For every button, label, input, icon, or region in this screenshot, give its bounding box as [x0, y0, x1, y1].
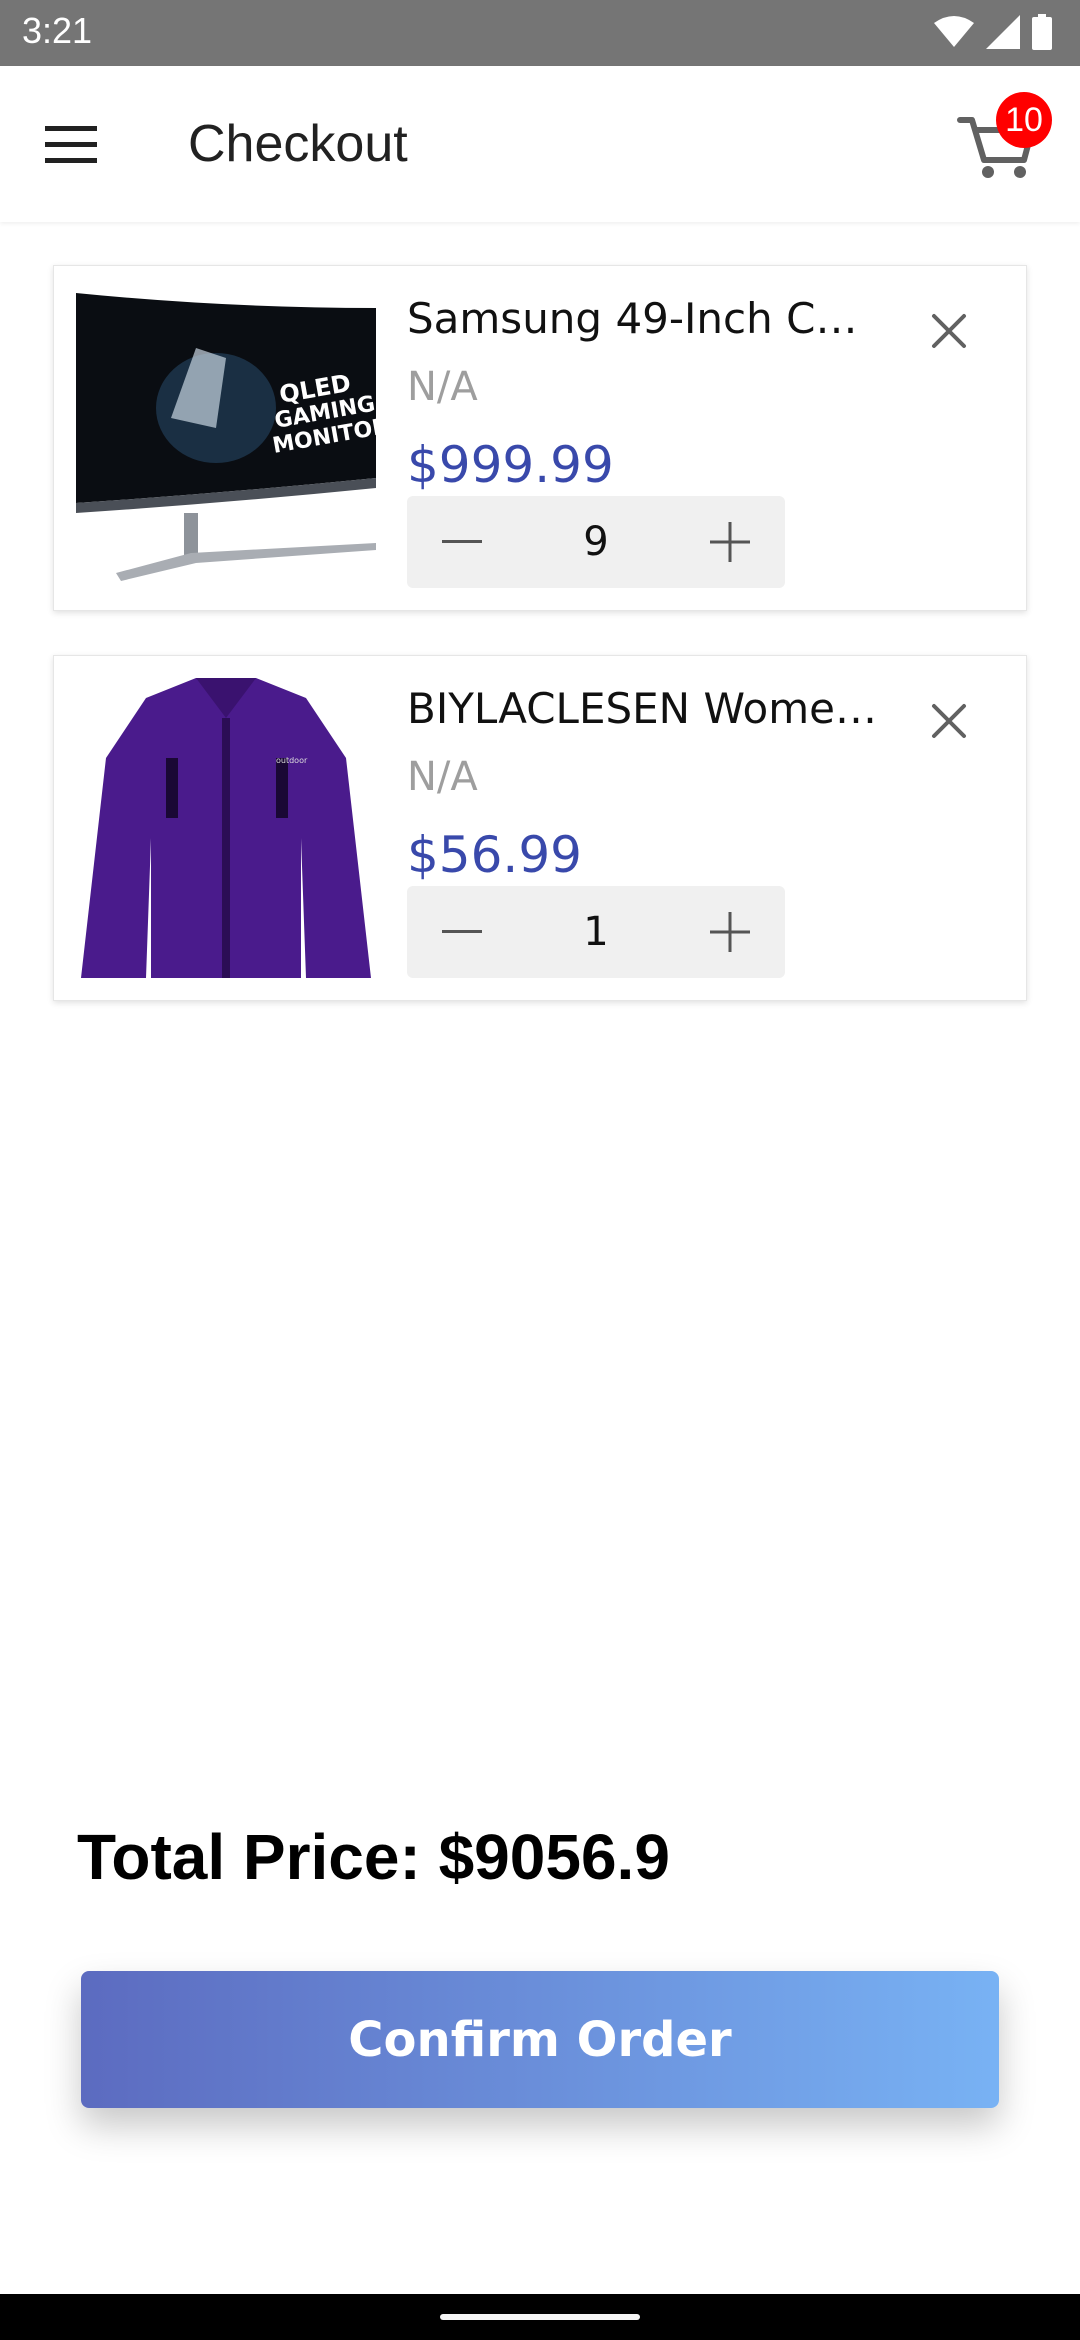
- minus-icon: [442, 930, 482, 933]
- increase-quantity-button[interactable]: [675, 886, 785, 978]
- page-title: Checkout: [188, 115, 408, 173]
- wifi-icon: [934, 16, 974, 47]
- product-image-monitor[interactable]: QLED GAMING MONITOR: [76, 288, 376, 588]
- product-name[interactable]: BIYLACLESEN Women's...: [407, 684, 887, 733]
- home-gesture-handle[interactable]: [440, 2314, 640, 2320]
- minus-icon: [442, 540, 482, 543]
- decrease-quantity-button[interactable]: [407, 886, 517, 978]
- quantity-stepper: 1: [407, 886, 785, 978]
- quantity-value: 9: [583, 519, 609, 565]
- status-time: 3:21: [22, 10, 93, 51]
- system-nav-bar: [0, 2294, 1080, 2340]
- remove-item-button[interactable]: [914, 296, 984, 366]
- monitor-image: QLED GAMING MONITOR: [76, 288, 376, 588]
- cart-button[interactable]: 10: [954, 92, 1052, 186]
- app-bar: Checkout 10: [0, 66, 1080, 222]
- product-variant: N/A: [407, 754, 478, 800]
- cart-count-badge: 10: [996, 92, 1052, 148]
- product-variant: N/A: [407, 364, 478, 410]
- status-icons: [934, 14, 1052, 50]
- menu-button[interactable]: [36, 110, 106, 180]
- remove-item-button[interactable]: [914, 686, 984, 756]
- product-image-jacket[interactable]: outdoor: [76, 678, 376, 978]
- product-price: $56.99: [407, 826, 582, 884]
- jacket-image: outdoor: [76, 678, 376, 978]
- svg-text:outdoor: outdoor: [276, 756, 308, 765]
- cart-item-card: outdoor BIYLACLESEN Women's... N/A $56.9…: [53, 655, 1027, 1001]
- increase-quantity-button[interactable]: [675, 496, 785, 588]
- plus-icon: [710, 522, 750, 562]
- total-price: Total Price: $9056.9: [77, 1821, 670, 1893]
- close-icon: [932, 314, 966, 348]
- signal-icon: [986, 15, 1020, 49]
- status-bar: 3:21: [0, 0, 1080, 66]
- battery-icon: [1032, 14, 1052, 50]
- cart-item-card: QLED GAMING MONITOR Samsung 49-Inch CHG9…: [53, 265, 1027, 611]
- quantity-value: 1: [583, 909, 609, 955]
- product-price: $999.99: [407, 436, 614, 494]
- plus-icon: [710, 912, 750, 952]
- product-name[interactable]: Samsung 49-Inch CHG9...: [407, 294, 887, 343]
- quantity-stepper: 9: [407, 496, 785, 588]
- confirm-order-button[interactable]: Confirm Order: [81, 1971, 999, 2108]
- menu-icon: [45, 126, 97, 163]
- decrease-quantity-button[interactable]: [407, 496, 517, 588]
- close-icon: [932, 704, 966, 738]
